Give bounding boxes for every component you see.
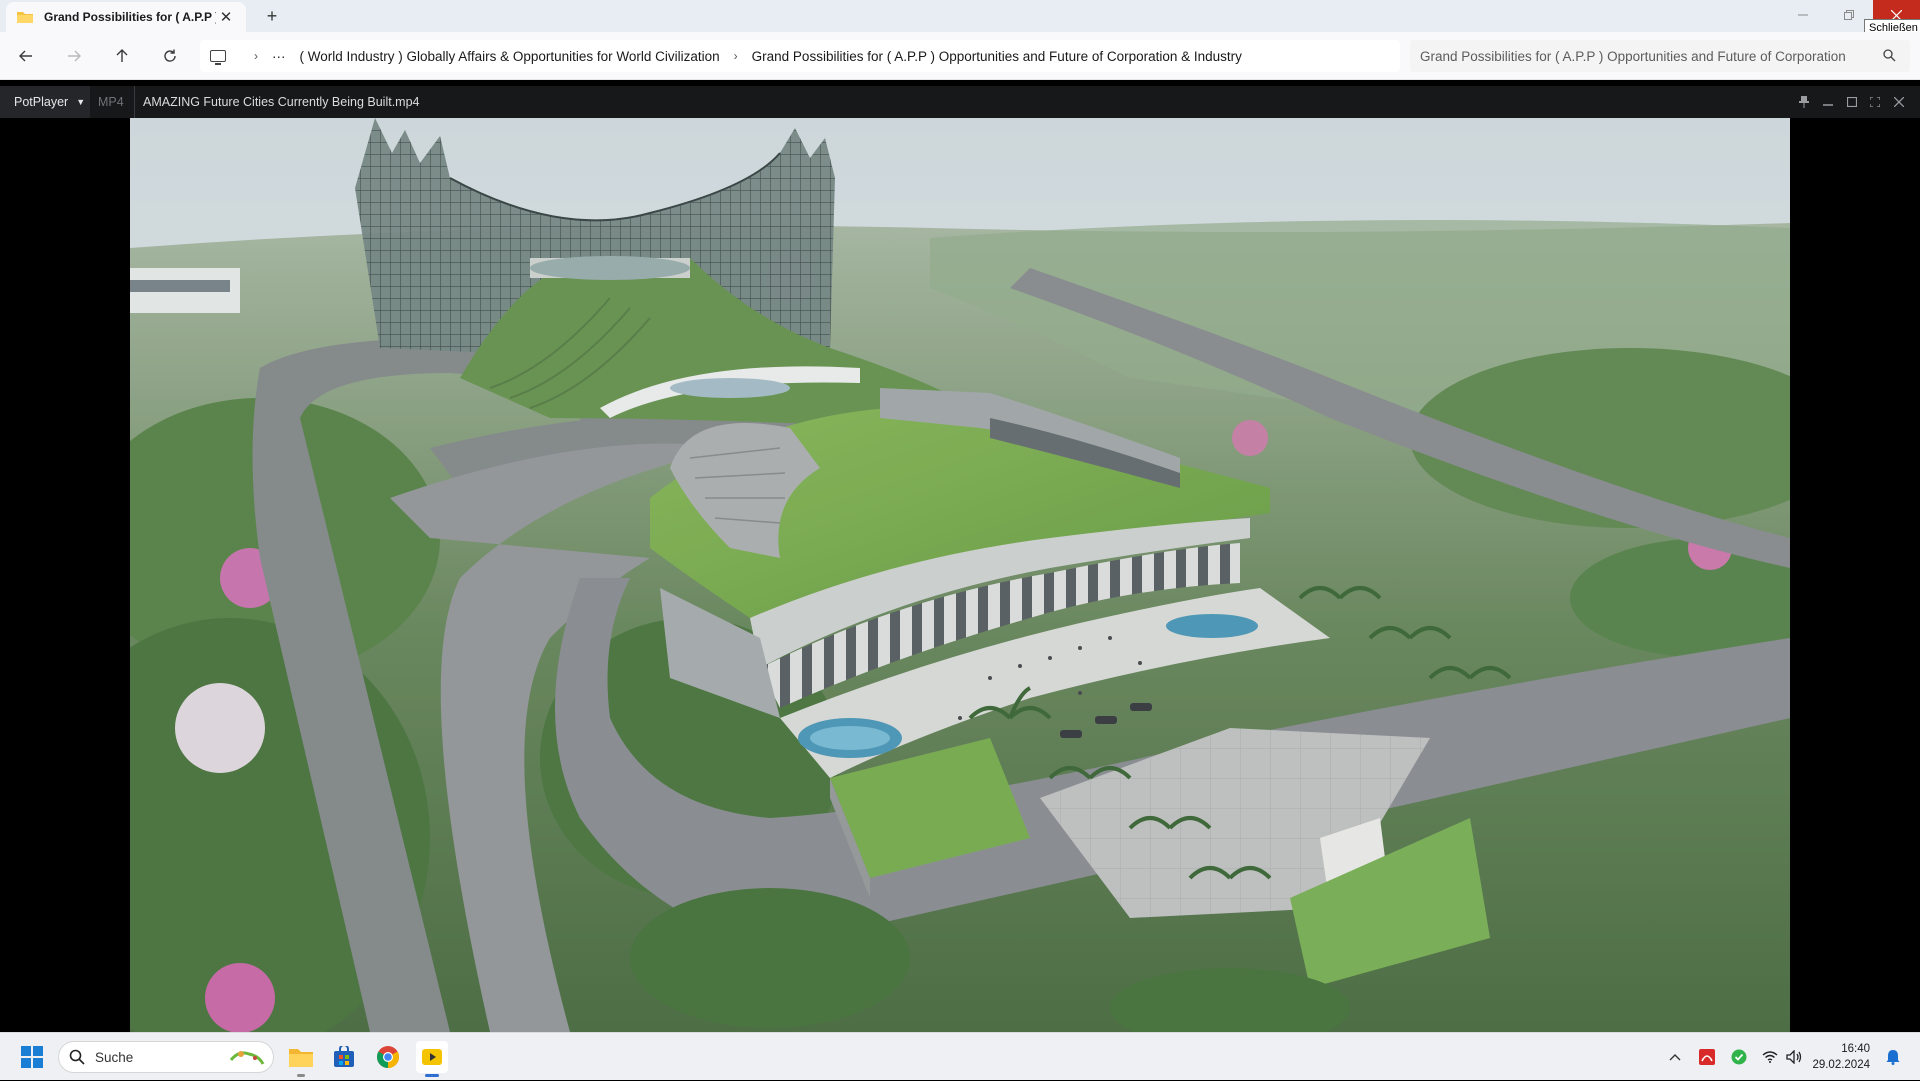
- potplayer-title-bar: PotPlayer ▼ MP4 AMAZING Future Cities Cu…: [0, 86, 1920, 118]
- search-placeholder: Grand Possibilities for ( A.P.P ) Opport…: [1420, 48, 1846, 64]
- folder-search-input[interactable]: Grand Possibilities for ( A.P.P ) Opport…: [1410, 40, 1910, 72]
- close-player-button[interactable]: [1892, 95, 1906, 109]
- potplayer-brand: PotPlayer: [14, 95, 69, 109]
- chevron-right-icon[interactable]: ›: [254, 49, 258, 63]
- forward-button[interactable]: [62, 44, 86, 68]
- maximize-player-button[interactable]: [1845, 95, 1859, 109]
- explorer-tab[interactable]: Grand Possibilities for ( A.P.P ) ✕: [6, 2, 246, 32]
- minimize-button[interactable]: [1780, 0, 1826, 30]
- new-tab-button[interactable]: +: [260, 4, 284, 28]
- refresh-button[interactable]: [158, 44, 182, 68]
- microsoft-store-icon[interactable]: [328, 1041, 360, 1073]
- pdf-reader-tray-icon[interactable]: [1694, 1033, 1720, 1081]
- potplayer-menu-button[interactable]: PotPlayer ▼: [0, 86, 90, 118]
- pin-icon[interactable]: [1797, 95, 1811, 109]
- video-filename: AMAZING Future Cities Currently Being Bu…: [143, 95, 420, 109]
- video-area[interactable]: [0, 118, 1920, 1032]
- video-scene: [130, 118, 1790, 1032]
- breadcrumb-item-current[interactable]: Grand Possibilities for ( A.P.P ) Opport…: [752, 49, 1242, 64]
- video-frame[interactable]: [130, 118, 1790, 1032]
- wifi-icon[interactable]: [1758, 1033, 1782, 1081]
- potplayer-icon[interactable]: [416, 1041, 448, 1077]
- chevron-down-icon: ▼: [76, 97, 86, 107]
- tray-overflow-icon[interactable]: [1662, 1033, 1688, 1081]
- explorer-tab-strip: Grand Possibilities for ( A.P.P ) ✕ + Sc…: [0, 0, 1920, 37]
- taskbar-clock[interactable]: 16:40 29.02.2024: [1810, 1041, 1870, 1073]
- breadcrumb[interactable]: › ··· ( World Industry ) Globally Affair…: [200, 40, 1400, 72]
- this-pc-icon[interactable]: [210, 50, 226, 65]
- volume-icon[interactable]: [1782, 1033, 1806, 1081]
- minimize-player-button[interactable]: [1821, 95, 1835, 109]
- video-format-label: MP4: [98, 86, 135, 118]
- start-icon[interactable]: [16, 1041, 48, 1073]
- address-bar-row: › ··· ( World Industry ) Globally Affair…: [0, 32, 1920, 80]
- chrome-icon[interactable]: [372, 1041, 404, 1073]
- fullscreen-player-button[interactable]: [1868, 95, 1882, 109]
- taskbar-search-label: Suche: [95, 1049, 134, 1065]
- chevron-right-icon[interactable]: ›: [734, 49, 738, 63]
- clock-date: 29.02.2024: [1812, 1059, 1870, 1071]
- notification-bell-icon[interactable]: [1880, 1033, 1906, 1081]
- close-tab-icon[interactable]: ✕: [216, 8, 236, 26]
- security-tray-icon[interactable]: [1726, 1033, 1752, 1081]
- running-indicator: [297, 1074, 305, 1077]
- taskbar-search-input[interactable]: Suche: [58, 1041, 274, 1073]
- back-button[interactable]: [14, 44, 38, 68]
- clock-time: 16:40: [1841, 1043, 1870, 1055]
- active-indicator: [425, 1074, 439, 1077]
- up-button[interactable]: [110, 44, 134, 68]
- search-icon: [69, 1049, 85, 1068]
- search-highlight-icon: [229, 1046, 265, 1071]
- breadcrumb-item-world-industry[interactable]: ( World Industry ) Globally Affairs & Op…: [300, 49, 720, 64]
- taskbar: Suche 16:40 29.02.2024: [0, 1032, 1920, 1080]
- tab-title: Grand Possibilities for ( A.P.P ): [44, 10, 216, 24]
- file-explorer-icon[interactable]: [285, 1041, 317, 1077]
- folder-icon: [16, 10, 34, 24]
- search-icon: [1883, 49, 1896, 65]
- more-crumbs-icon[interactable]: ···: [272, 49, 286, 64]
